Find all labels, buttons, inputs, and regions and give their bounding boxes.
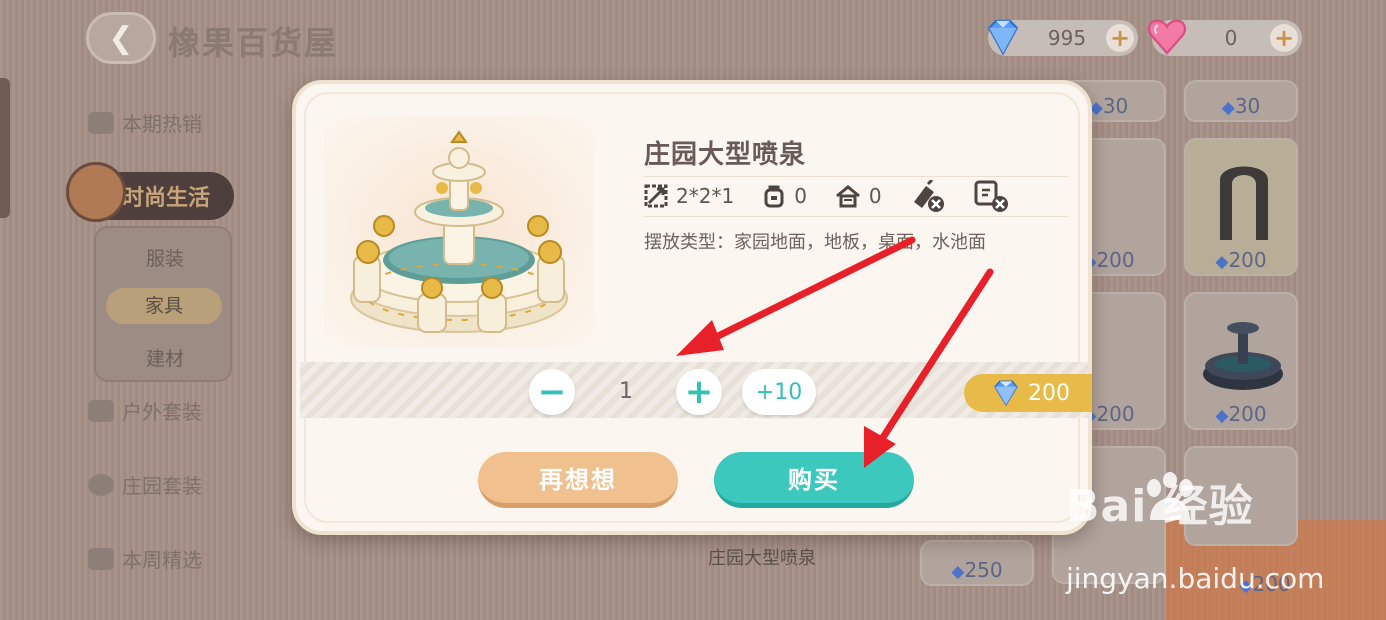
arrow-to-buy: [864, 268, 994, 468]
arrow-to-quantity: [676, 236, 916, 356]
watermark-logo: Bai 经验: [1066, 481, 1254, 532]
watermark-url: jingyan.baidu.com: [1066, 562, 1325, 595]
